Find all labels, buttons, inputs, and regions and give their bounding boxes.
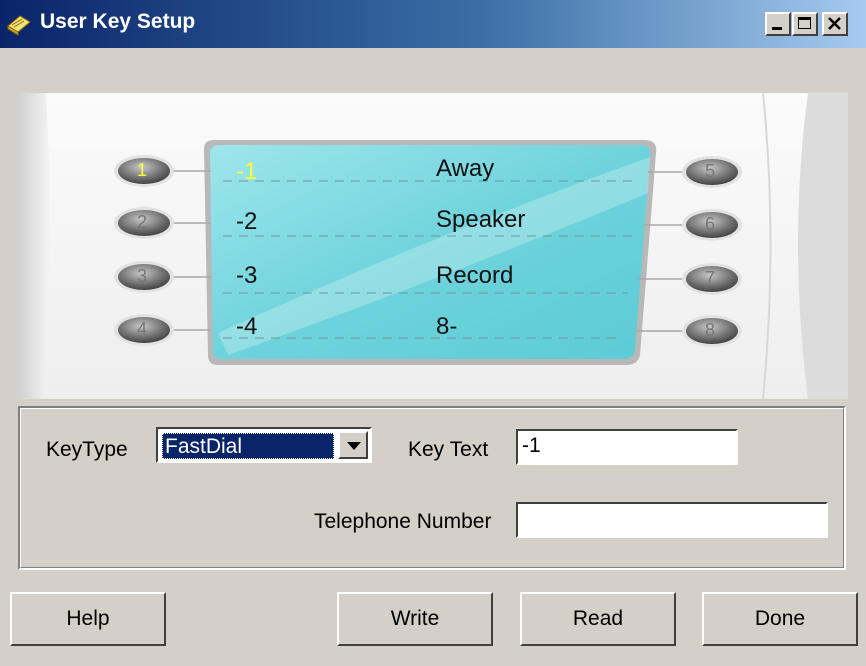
close-button[interactable] [822, 12, 848, 36]
close-icon [828, 17, 841, 30]
write-button[interactable]: Write [337, 592, 493, 646]
softkey-8-number: 8 [704, 320, 715, 340]
phone-illustration [18, 93, 848, 399]
screen-row-4-right: 8- [436, 313, 458, 340]
softkey-1-number: 1 [136, 160, 147, 180]
screen-row-2-right: Speaker [436, 206, 526, 233]
maximize-icon [798, 17, 811, 29]
softkey-5-number: 5 [704, 161, 715, 181]
screen-row-1-right: Away [436, 155, 495, 182]
phone-display-panel: 1 2 3 4 5 6 7 8 -1 Away -2 Speaker -3 Re… [18, 93, 848, 399]
screen-row-2-left: -2 [236, 208, 258, 235]
right-softkeys [682, 156, 742, 347]
dropdown-arrow-icon[interactable] [338, 431, 368, 459]
minimize-button[interactable] [765, 12, 791, 36]
app-icon [7, 15, 31, 36]
done-button[interactable]: Done [702, 592, 858, 646]
softkey-4-number: 4 [136, 319, 147, 339]
telephone-number-input[interactable] [516, 502, 828, 538]
softkey-6-number: 6 [704, 214, 715, 234]
maximize-button[interactable] [792, 12, 818, 36]
minimize-icon [772, 27, 782, 30]
screen-row-1-left: -1 [236, 158, 258, 185]
title-bar: User Key Setup [0, 0, 866, 48]
key-type-label: KeyType [46, 438, 128, 461]
screen-row-3-right: Record [436, 262, 514, 289]
read-button[interactable]: Read [520, 592, 676, 646]
softkey-7-number: 7 [704, 268, 715, 288]
key-type-select[interactable]: FastDial [156, 427, 372, 463]
telephone-number-label: Telephone Number [314, 510, 492, 533]
screen-row-4-left: -4 [236, 313, 258, 340]
key-type-selected-value: FastDial [162, 433, 334, 459]
key-text-input[interactable]: -1 [516, 429, 738, 465]
left-softkeys [114, 155, 174, 346]
help-button[interactable]: Help [10, 592, 166, 646]
key-text-label: Key Text [408, 438, 489, 461]
screen-row-3-left: -3 [236, 262, 258, 289]
softkey-3-number: 3 [136, 266, 147, 286]
softkey-2-number: 2 [136, 212, 147, 232]
window-title: User Key Setup [40, 10, 196, 33]
